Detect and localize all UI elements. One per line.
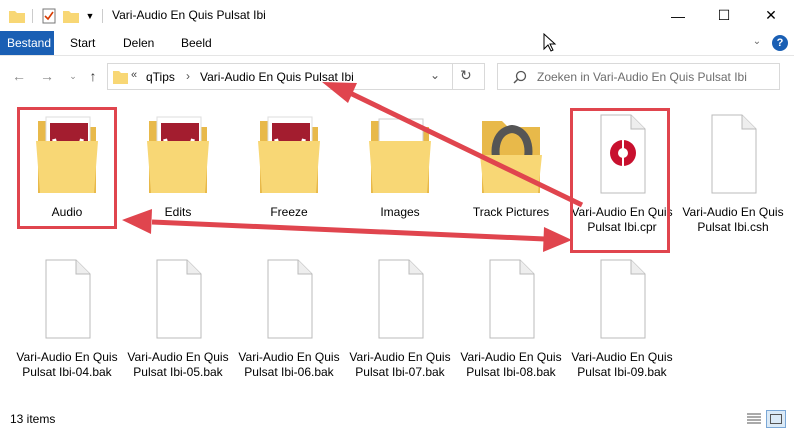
- large-icons-view-icon: [770, 414, 782, 424]
- item-count: 13 items: [10, 412, 56, 426]
- large-icons-view-button[interactable]: [766, 410, 786, 428]
- annotation-arrows: [122, 82, 584, 252]
- details-view-icon[interactable]: [746, 412, 762, 426]
